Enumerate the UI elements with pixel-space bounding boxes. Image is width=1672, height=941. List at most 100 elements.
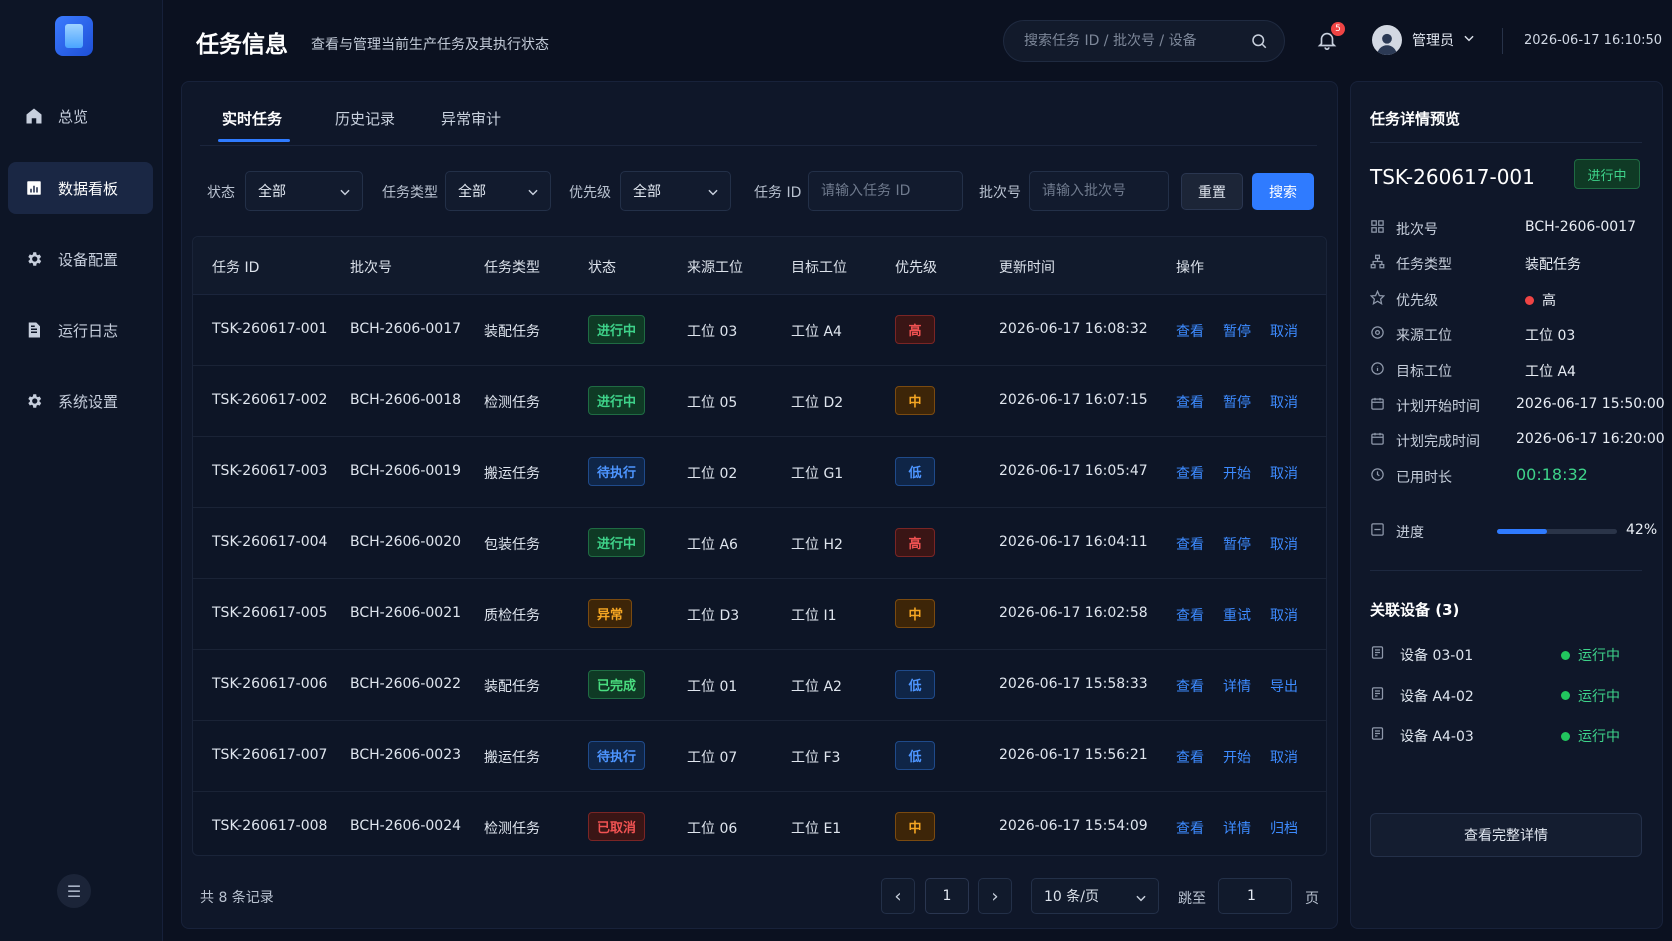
task-id-input[interactable] bbox=[808, 171, 963, 211]
action-link[interactable]: 查看 bbox=[1176, 463, 1204, 483]
table-row[interactable]: TSK-260617-005 BCH-2606-0021 质检任务 异常 工位 D3 工位… bbox=[193, 579, 1326, 650]
action-link[interactable]: 查看 bbox=[1176, 747, 1204, 767]
action-link[interactable]: 查看 bbox=[1176, 392, 1204, 412]
tab-history[interactable]: 历史记录 bbox=[335, 108, 395, 129]
table-row[interactable]: TSK-260617-007 BCH-2606-0023 搬运任务 待执行 工位 07 工… bbox=[193, 721, 1326, 792]
user-menu[interactable]: 管理员 bbox=[1372, 25, 1476, 55]
priority-badge: 中 bbox=[895, 599, 935, 628]
reset-button[interactable]: 重置 bbox=[1181, 173, 1243, 210]
view-full-details-button[interactable]: 查看完整详情 bbox=[1370, 813, 1642, 857]
next-page-button[interactable]: › bbox=[978, 878, 1012, 914]
updated-cell: 2026-06-17 15:54:09 bbox=[999, 818, 1148, 834]
action-link[interactable]: 详情 bbox=[1223, 818, 1251, 838]
action-link[interactable]: 暂停 bbox=[1223, 534, 1251, 554]
detail-field: 计划开始时间 2026-06-17 15:50:00 bbox=[1370, 393, 1665, 417]
device-item[interactable]: 设备 03-01 运行中 bbox=[1370, 642, 1642, 666]
tab-realtime[interactable]: 实时任务 bbox=[222, 108, 282, 129]
action-link[interactable]: 取消 bbox=[1270, 534, 1298, 554]
sidebar-item-overview[interactable]: 总览 bbox=[8, 90, 153, 142]
chevron-right-icon: › bbox=[991, 885, 999, 907]
action-link[interactable]: 暂停 bbox=[1223, 321, 1251, 341]
detail-title: 任务详情预览 bbox=[1370, 110, 1461, 128]
action-link[interactable]: 取消 bbox=[1270, 463, 1298, 483]
table-row[interactable]: TSK-260617-002 BCH-2606-0018 检测任务 进行中 工位 05 工… bbox=[193, 366, 1326, 437]
progress-label: 进度 bbox=[1396, 525, 1424, 541]
progress-bar bbox=[1497, 529, 1617, 534]
action-link[interactable]: 取消 bbox=[1270, 321, 1298, 341]
current-page[interactable]: 1 bbox=[925, 878, 969, 914]
action-link[interactable]: 查看 bbox=[1176, 818, 1204, 838]
sidebar-item-settings[interactable]: 系统设置 bbox=[8, 375, 153, 427]
action-link[interactable]: 取消 bbox=[1270, 747, 1298, 767]
table-row[interactable]: TSK-260617-003 BCH-2606-0019 搬运任务 待执行 工位 02 工… bbox=[193, 437, 1326, 508]
device-status: 运行中 bbox=[1561, 726, 1620, 746]
column-header[interactable]: 操作 bbox=[1176, 257, 1204, 277]
action-link[interactable]: 开始 bbox=[1223, 463, 1251, 483]
column-header[interactable]: 任务 ID bbox=[212, 257, 259, 277]
source-cell: 工位 07 bbox=[687, 750, 738, 766]
batch-input[interactable] bbox=[1029, 171, 1169, 211]
status-badge: 待执行 bbox=[588, 741, 646, 770]
device-status-text: 运行中 bbox=[1578, 688, 1620, 705]
action-link[interactable]: 查看 bbox=[1176, 605, 1204, 625]
action-link[interactable]: 导出 bbox=[1270, 676, 1298, 696]
action-link[interactable]: 取消 bbox=[1270, 605, 1298, 625]
progress-fill bbox=[1497, 529, 1548, 534]
prev-page-button[interactable]: ‹ bbox=[881, 878, 915, 914]
search-icon[interactable] bbox=[1250, 32, 1268, 54]
table-row[interactable]: TSK-260617-008 BCH-2606-0024 检测任务 已取消 工位 06 工… bbox=[193, 792, 1326, 863]
devices-title: 关联设备 (3) bbox=[1370, 601, 1460, 619]
menu-toggle-button[interactable]: ☰ bbox=[57, 874, 91, 908]
type-filter-label: 任务类型 bbox=[382, 185, 438, 201]
table-row[interactable]: TSK-260617-006 BCH-2606-0022 装配任务 已完成 工位 01 工… bbox=[193, 650, 1326, 721]
chevron-down-icon bbox=[1462, 31, 1476, 49]
total-records: 共 8 条记录 bbox=[200, 890, 274, 906]
progress-value: 42% bbox=[1626, 522, 1658, 538]
status-filter-select[interactable]: 全部 bbox=[245, 171, 363, 211]
search-button[interactable]: 搜索 bbox=[1252, 173, 1314, 210]
action-link[interactable]: 查看 bbox=[1176, 676, 1204, 696]
jump-label: 跳至 bbox=[1178, 891, 1206, 907]
column-header[interactable]: 批次号 bbox=[350, 257, 392, 277]
status-badge: 进行中 bbox=[588, 386, 646, 415]
action-link[interactable]: 归档 bbox=[1270, 818, 1298, 838]
sidebar-item-dashboard[interactable]: 数据看板 bbox=[8, 162, 153, 214]
action-link[interactable]: 开始 bbox=[1223, 747, 1251, 767]
type-filter-select[interactable]: 全部 bbox=[445, 171, 551, 211]
priority-badge: 低 bbox=[895, 741, 935, 770]
column-header[interactable]: 更新时间 bbox=[999, 257, 1055, 277]
device-name: 设备 A4-02 bbox=[1400, 688, 1474, 705]
device-item[interactable]: 设备 A4-03 运行中 bbox=[1370, 723, 1642, 747]
detail-field-label: 计划完成时间 bbox=[1396, 434, 1480, 451]
detail-field-value: 高 bbox=[1525, 290, 1556, 310]
jump-page-input[interactable] bbox=[1218, 878, 1292, 914]
app-logo[interactable] bbox=[55, 16, 93, 56]
tab-audit[interactable]: 异常审计 bbox=[441, 108, 501, 129]
action-link[interactable]: 重试 bbox=[1223, 605, 1251, 625]
device-icon bbox=[1370, 686, 1385, 705]
action-link[interactable]: 取消 bbox=[1270, 392, 1298, 412]
target-icon bbox=[1370, 325, 1385, 344]
device-icon bbox=[1370, 726, 1385, 745]
table-row[interactable]: TSK-260617-001 BCH-2606-0017 装配任务 进行中 工位 03 工… bbox=[193, 295, 1326, 366]
batch-cell: BCH-2606-0018 bbox=[350, 392, 462, 408]
page-size-select[interactable]: 10 条/页 bbox=[1031, 878, 1159, 914]
priority-filter-select[interactable]: 全部 bbox=[620, 171, 731, 211]
column-header[interactable]: 目标工位 bbox=[791, 257, 847, 277]
column-header[interactable]: 任务类型 bbox=[484, 257, 540, 277]
sidebar-item-label: 总览 bbox=[58, 107, 89, 126]
global-search-input[interactable] bbox=[1024, 33, 1244, 49]
column-header[interactable]: 来源工位 bbox=[687, 257, 743, 277]
action-link[interactable]: 详情 bbox=[1223, 676, 1251, 696]
action-link[interactable]: 查看 bbox=[1176, 534, 1204, 554]
sidebar-item-logs[interactable]: 运行日志 bbox=[8, 304, 153, 356]
action-link[interactable]: 查看 bbox=[1176, 321, 1204, 341]
column-header[interactable]: 优先级 bbox=[895, 257, 937, 277]
target-cell: 工位 G1 bbox=[791, 466, 844, 482]
device-item[interactable]: 设备 A4-02 运行中 bbox=[1370, 683, 1642, 707]
table-row[interactable]: TSK-260617-004 BCH-2606-0020 包装任务 进行中 工位 A6 工… bbox=[193, 508, 1326, 579]
sidebar-item-device-config[interactable]: 设备配置 bbox=[8, 233, 153, 285]
action-link[interactable]: 暂停 bbox=[1223, 392, 1251, 412]
column-header[interactable]: 状态 bbox=[588, 257, 616, 277]
document-icon bbox=[24, 320, 44, 340]
